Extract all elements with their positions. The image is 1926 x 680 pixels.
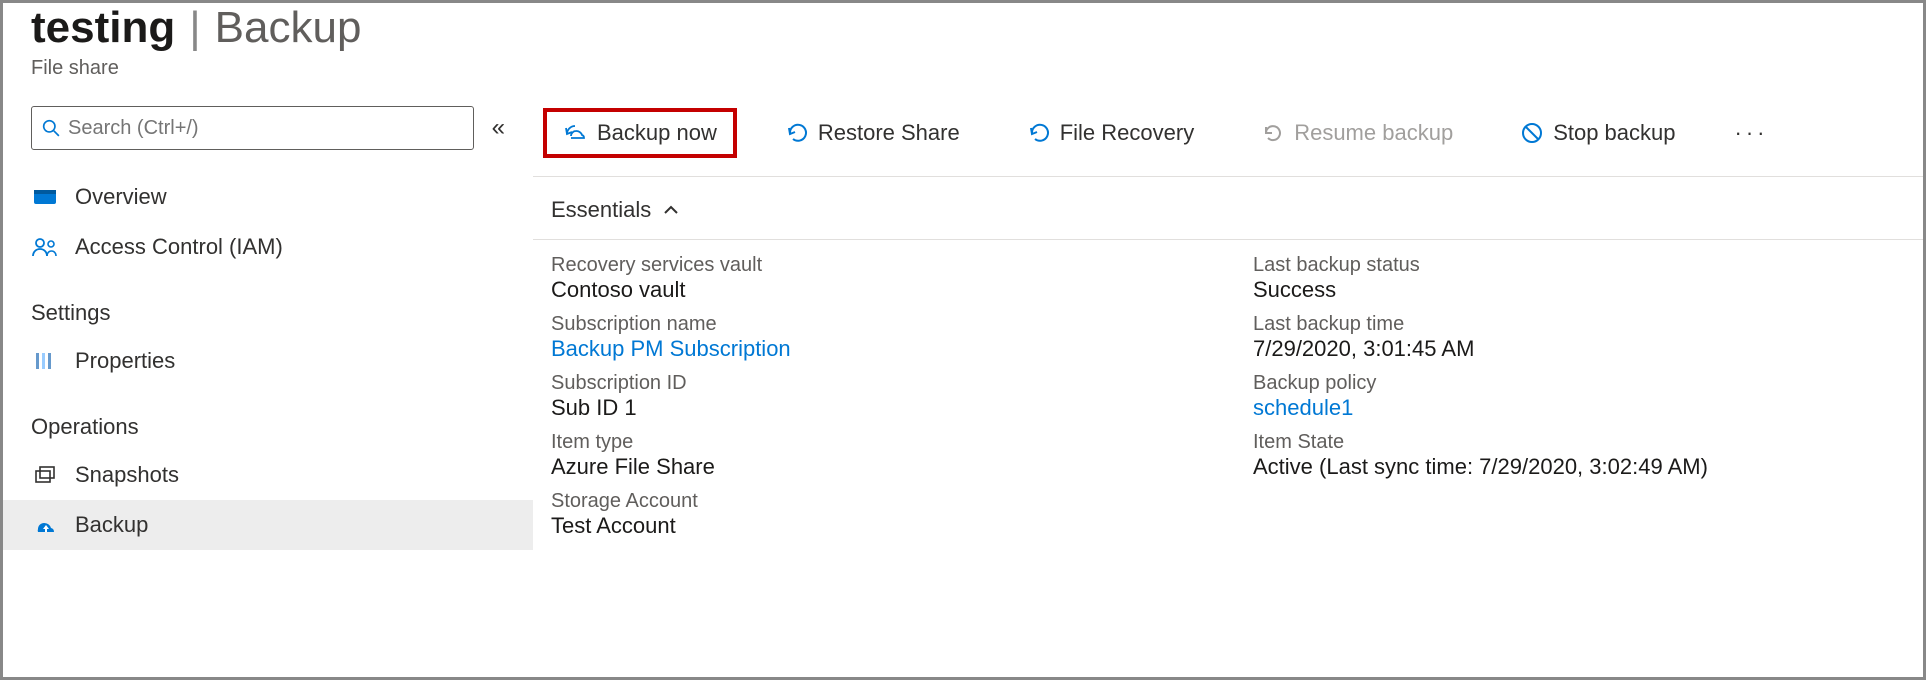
- field-label: Item State: [1253, 431, 1895, 454]
- field-label: Last backup time: [1253, 313, 1895, 336]
- field-value: Active (Last sync time: 7/29/2020, 3:02:…: [1253, 454, 1895, 480]
- sidebar-item-label: Snapshots: [75, 462, 179, 488]
- sidebar-item-overview[interactable]: Overview: [3, 172, 533, 222]
- field-last-backup-status: Last backup status Success: [1253, 254, 1895, 303]
- button-label: Restore Share: [818, 120, 960, 146]
- backup-now-button[interactable]: Backup now: [543, 108, 737, 158]
- undo-icon: [1028, 122, 1050, 144]
- field-recovery-vault: Recovery services vault Contoso vault: [551, 254, 1193, 303]
- main-panel: Backup now Restore Share File Recovery: [533, 88, 1923, 677]
- field-label: Recovery services vault: [551, 254, 1193, 277]
- sidebar-item-access-control[interactable]: Access Control (IAM): [3, 222, 533, 272]
- field-label: Backup policy: [1253, 372, 1895, 395]
- people-icon: [31, 237, 59, 257]
- sidebar-search-row: «: [3, 106, 533, 172]
- field-label: Item type: [551, 431, 1193, 454]
- collapse-sidebar-button[interactable]: «: [492, 114, 505, 142]
- button-label: File Recovery: [1060, 120, 1194, 146]
- field-label: Subscription ID: [551, 372, 1193, 395]
- blade-name: Backup: [215, 3, 362, 53]
- sidebar-item-backup[interactable]: Backup: [3, 500, 533, 550]
- field-label: Subscription name: [551, 313, 1193, 336]
- backup-policy-link[interactable]: schedule1: [1253, 395, 1895, 421]
- title-separator: |: [183, 3, 206, 53]
- field-value: 7/29/2020, 3:01:45 AM: [1253, 336, 1895, 362]
- file-recovery-button[interactable]: File Recovery: [1009, 109, 1213, 157]
- backup-icon: [31, 515, 59, 535]
- sidebar-item-properties[interactable]: Properties: [3, 336, 533, 386]
- essentials-label: Essentials: [551, 197, 651, 223]
- chevron-up-icon: [663, 204, 679, 216]
- resource-name: testing: [31, 3, 175, 53]
- field-subscription-name: Subscription name Backup PM Subscription: [551, 313, 1193, 362]
- field-value: Sub ID 1: [551, 395, 1193, 421]
- search-icon: [42, 119, 60, 137]
- stop-backup-button[interactable]: Stop backup: [1502, 109, 1694, 157]
- sidebar-search[interactable]: [31, 106, 474, 150]
- essentials-toggle[interactable]: Essentials: [533, 177, 1923, 240]
- sidebar-group-operations: Operations: [3, 386, 533, 450]
- button-label: Resume backup: [1294, 120, 1453, 146]
- field-storage-account: Storage Account Test Account: [551, 490, 1193, 539]
- snapshots-icon: [31, 465, 59, 485]
- essentials-body: Recovery services vault Contoso vault Su…: [533, 240, 1923, 569]
- sidebar-item-snapshots[interactable]: Snapshots: [3, 450, 533, 500]
- command-bar: Backup now Restore Share File Recovery: [533, 88, 1923, 177]
- field-value: Success: [1253, 277, 1895, 303]
- field-item-state: Item State Active (Last sync time: 7/29/…: [1253, 431, 1895, 480]
- overview-icon: [31, 187, 59, 207]
- properties-icon: [31, 351, 59, 371]
- body: « Overview Access Control (IAM) Settings: [3, 88, 1923, 677]
- refresh-icon: [1262, 122, 1284, 144]
- sidebar-group-settings: Settings: [3, 272, 533, 336]
- undo-icon: [786, 122, 808, 144]
- resource-type-label: File share: [31, 57, 1895, 80]
- sidebar-search-input[interactable]: [68, 117, 463, 140]
- sidebar-item-label: Properties: [75, 348, 175, 374]
- field-backup-policy: Backup policy schedule1: [1253, 372, 1895, 421]
- essentials-col-right: Last backup status Success Last backup t…: [1253, 254, 1895, 549]
- sidebar-item-label: Access Control (IAM): [75, 234, 283, 260]
- page-header: testing | Backup File share: [3, 3, 1923, 88]
- stop-icon: [1521, 122, 1543, 144]
- button-label: Stop backup: [1553, 120, 1675, 146]
- app-frame: testing | Backup File share «: [3, 3, 1923, 677]
- button-label: Backup now: [597, 120, 717, 146]
- more-actions-button[interactable]: ···: [1725, 120, 1779, 146]
- page-title-row: testing | Backup: [31, 3, 1895, 53]
- restore-share-button[interactable]: Restore Share: [767, 109, 979, 157]
- field-item-type: Item type Azure File Share: [551, 431, 1193, 480]
- sidebar: « Overview Access Control (IAM) Settings: [3, 88, 533, 677]
- essentials-col-left: Recovery services vault Contoso vault Su…: [551, 254, 1193, 549]
- field-label: Storage Account: [551, 490, 1193, 513]
- field-value: Azure File Share: [551, 454, 1193, 480]
- subscription-link[interactable]: Backup PM Subscription: [551, 336, 1193, 362]
- field-value: Contoso vault: [551, 277, 1193, 303]
- field-subscription-id: Subscription ID Sub ID 1: [551, 372, 1193, 421]
- backup-now-icon: [563, 122, 587, 144]
- field-value: Test Account: [551, 513, 1193, 539]
- sidebar-item-label: Overview: [75, 184, 167, 210]
- field-label: Last backup status: [1253, 254, 1895, 277]
- sidebar-item-label: Backup: [75, 512, 148, 538]
- field-last-backup-time: Last backup time 7/29/2020, 3:01:45 AM: [1253, 313, 1895, 362]
- resume-backup-button: Resume backup: [1243, 109, 1472, 157]
